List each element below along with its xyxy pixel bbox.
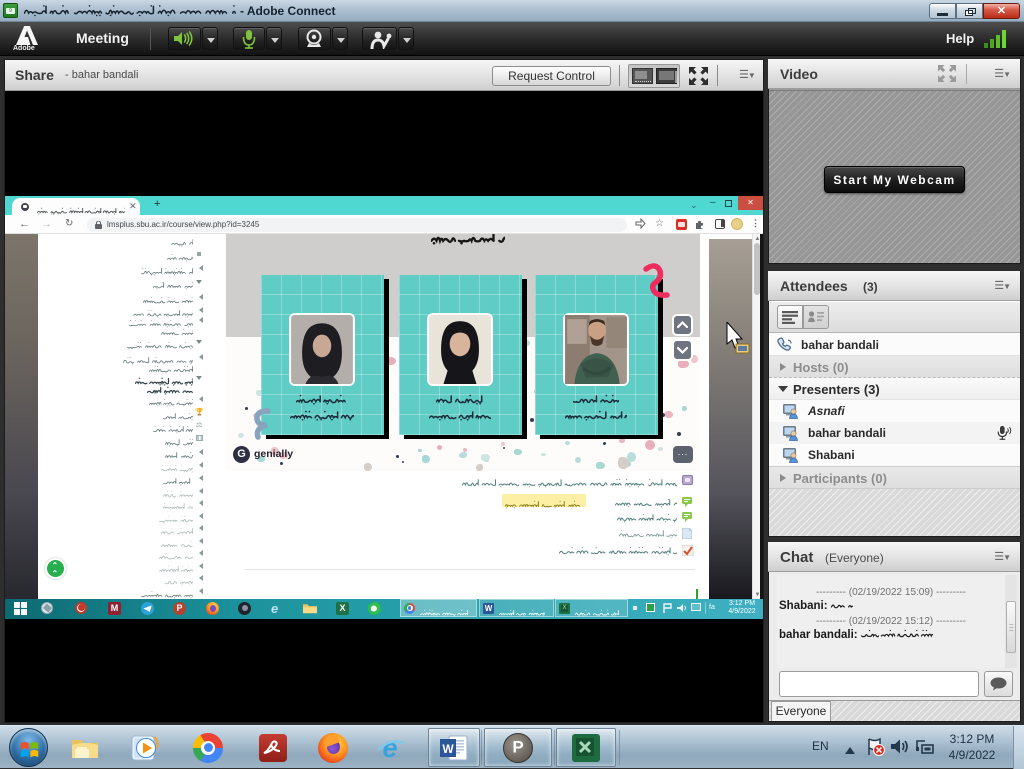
- svg-text:W: W: [442, 742, 454, 756]
- svg-text:e: e: [382, 733, 397, 762]
